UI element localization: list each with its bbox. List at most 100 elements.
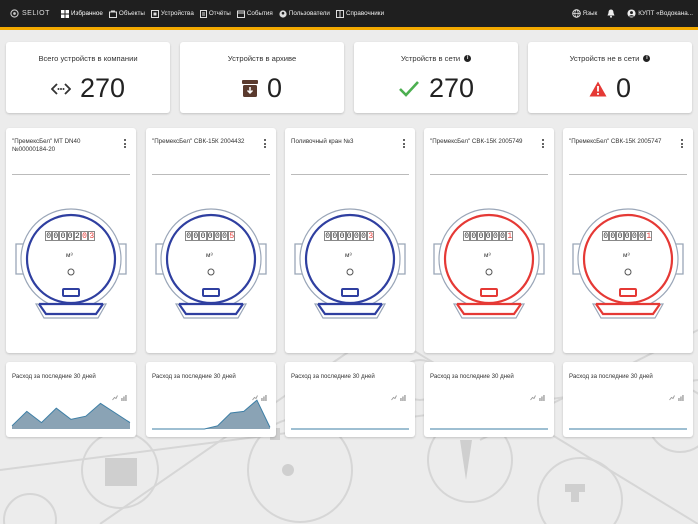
meter-digit: 3 bbox=[88, 231, 96, 241]
nav-item-devices[interactable]: Устройства bbox=[148, 0, 197, 27]
info-icon[interactable]: i bbox=[643, 55, 651, 62]
stat-card-archive: Устройств в архиве 0 bbox=[180, 42, 344, 113]
nav-item-objects[interactable]: Объекты bbox=[106, 0, 148, 27]
nav-item-reports[interactable]: Отчёты bbox=[197, 0, 234, 27]
stat-title: Устройств не в сети bbox=[569, 54, 640, 63]
water-meter-icon bbox=[15, 208, 127, 319]
device-title: "ПремексБел" СВК-15К 2005749 bbox=[430, 138, 523, 145]
consumption-graph-card[interactable]: Расход за последние 30 дней bbox=[285, 362, 415, 437]
meter-reading: 0000005 bbox=[185, 231, 236, 241]
nav-item-label: События bbox=[246, 10, 273, 17]
meter-digit: 0 bbox=[59, 231, 67, 241]
meter-digit: 0 bbox=[185, 231, 193, 241]
notifications-button[interactable] bbox=[602, 0, 622, 27]
meter-reading: 0000203 bbox=[45, 231, 96, 241]
meter-digit: 0 bbox=[477, 231, 485, 241]
consumption-graph-card[interactable]: Расход за последние 30 дней bbox=[6, 362, 136, 437]
water-meter-icon bbox=[155, 208, 267, 319]
consumption-sparkline bbox=[430, 428, 548, 430]
stat-title: Всего устройств в компании bbox=[38, 54, 138, 63]
logo-icon bbox=[10, 9, 19, 18]
device-card[interactable]: Поливочный кран №3 0 0 0 0 0 0 3 м³ bbox=[285, 128, 415, 353]
device-card[interactable]: "ПремексБел" СВК-15К 2005749 0 0 0 0 0 0 1 м³ bbox=[424, 128, 554, 353]
nav-item-events[interactable]: События bbox=[234, 0, 276, 27]
divider bbox=[569, 174, 687, 175]
more-vert-icon[interactable] bbox=[403, 139, 406, 150]
device-card[interactable]: "ПремексБел" МТ DN40 №00000184-20 000020… bbox=[6, 128, 136, 353]
account-label: КУПТ «Водоканa... bbox=[638, 10, 693, 17]
meter-digit: 0 bbox=[66, 231, 74, 241]
more-vert-icon[interactable] bbox=[124, 139, 127, 150]
device-title: Поливочный кран №3 bbox=[291, 138, 354, 145]
nav-item-users[interactable]: Пользователи bbox=[276, 0, 333, 27]
checkmark-icon bbox=[399, 80, 419, 97]
consumption-graph-card[interactable]: Расход за последние 30 дней bbox=[563, 362, 693, 437]
archive-icon bbox=[241, 80, 258, 97]
consumption-graph-card[interactable]: Расход за последние 30 дней bbox=[146, 362, 276, 437]
meter-digit: 0 bbox=[52, 231, 60, 241]
meter-digit: 0 bbox=[206, 231, 214, 241]
account-menu[interactable]: КУПТ «Водоканa... bbox=[622, 0, 698, 27]
meter-digit: 0 bbox=[498, 231, 507, 241]
water-meter-icon bbox=[433, 208, 545, 319]
user-avatar-icon bbox=[627, 9, 636, 18]
meter-digit: 0 bbox=[345, 231, 353, 241]
stat-value: 270 bbox=[79, 73, 126, 103]
water-meter-icon bbox=[572, 208, 684, 319]
meter-digit: 0 bbox=[352, 231, 360, 241]
logo[interactable]: SELIOT bbox=[0, 0, 58, 27]
more-vert-icon[interactable] bbox=[542, 139, 545, 150]
info-icon[interactable]: i bbox=[464, 55, 472, 62]
divider bbox=[291, 174, 409, 175]
reference-icon bbox=[335, 9, 344, 18]
stat-title: Устройств в сети bbox=[400, 54, 461, 63]
brand-name: SELIOT bbox=[22, 10, 50, 17]
meter-digit: 0 bbox=[324, 231, 332, 241]
meter-digit: 0 bbox=[463, 231, 471, 241]
meter-digit: 0 bbox=[484, 231, 492, 241]
meter-digit: 0 bbox=[80, 231, 89, 241]
meter-digit: 0 bbox=[213, 231, 221, 241]
divider bbox=[152, 174, 270, 175]
consumption-sparkline bbox=[11, 402, 131, 429]
meter-digit: 0 bbox=[602, 231, 610, 241]
nav-item-label: Устройства bbox=[160, 10, 194, 17]
consumption-sparkline bbox=[291, 428, 409, 430]
meter-digit: 0 bbox=[637, 231, 646, 241]
nav-item-favorites[interactable]: Избранное bbox=[58, 0, 106, 27]
meter-digit: 0 bbox=[192, 231, 200, 241]
users-icon bbox=[279, 9, 287, 18]
stat-value: 0 bbox=[266, 73, 283, 103]
nav-item-label: Объекты bbox=[118, 10, 145, 17]
meter-digit: 0 bbox=[338, 231, 346, 241]
events-icon bbox=[236, 10, 245, 18]
bell-icon bbox=[607, 9, 615, 18]
consumption-graph-card[interactable]: Расход за последние 30 дней bbox=[424, 362, 554, 437]
water-meter-icon bbox=[294, 208, 406, 319]
meter-digit: 1 bbox=[506, 231, 514, 241]
warning-icon bbox=[589, 81, 607, 96]
meter-digit: 0 bbox=[199, 231, 207, 241]
sparkline-area bbox=[12, 403, 130, 429]
device-card[interactable]: "ПремексБел" СВК-15К 2005747 0 0 0 0 0 0 1 м³ bbox=[563, 128, 693, 353]
device-title: "ПремексБел" СВК-15К 2005747 bbox=[569, 138, 662, 145]
meter-digit: 0 bbox=[359, 231, 368, 241]
nav-item-reference[interactable]: Справочники bbox=[333, 0, 387, 27]
divider bbox=[12, 174, 130, 175]
consumption-sparkline bbox=[152, 399, 271, 430]
stat-card-offline: Устройств не в сети i 0 bbox=[528, 42, 692, 113]
nav-item-label: Отчёты bbox=[208, 10, 231, 17]
meter-digit: 0 bbox=[45, 231, 53, 241]
dashboard-icon bbox=[61, 9, 69, 18]
more-vert-icon[interactable] bbox=[264, 139, 267, 150]
language-selector[interactable]: Язык bbox=[567, 0, 603, 27]
nav-item-label: Пользователи bbox=[288, 10, 330, 17]
devices-icon bbox=[150, 9, 159, 18]
meter-digit: 0 bbox=[616, 231, 624, 241]
nav-item-label: Избранное bbox=[71, 10, 103, 17]
meter-unit: м³ bbox=[206, 252, 213, 259]
device-card[interactable]: "ПремексБел" СВК-15К 2004432 0 0 0 0 0 0 5 м³ bbox=[146, 128, 276, 353]
more-vert-icon[interactable] bbox=[681, 139, 684, 150]
meter-unit: м³ bbox=[66, 252, 73, 259]
meter-reading: 0000001 bbox=[463, 231, 514, 241]
